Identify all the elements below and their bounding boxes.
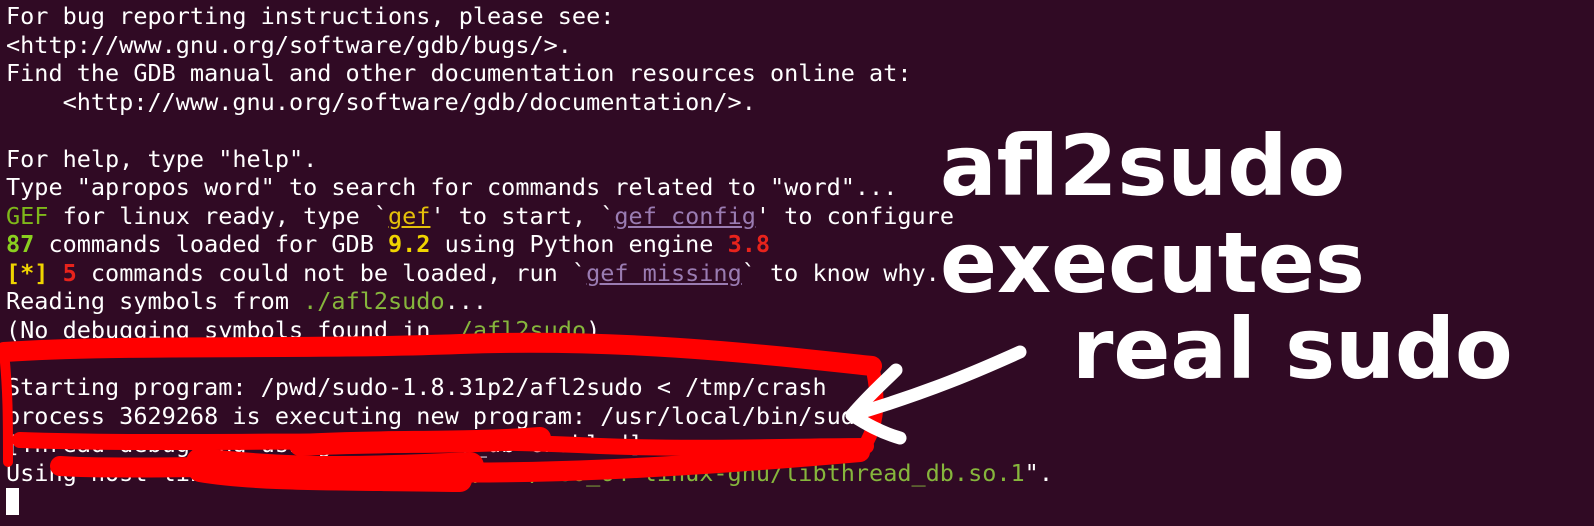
loaded-count: 87 — [6, 230, 35, 258]
annotation-line-3: real sudo — [1072, 300, 1513, 398]
gdb-docs-url-line: <http://www.gnu.org/software/gdb/documen… — [6, 88, 756, 116]
missing-text-a: commands could not be loaded, run ` — [76, 259, 587, 287]
gef-missing-line: [*] 5 commands could not be loaded, run … — [6, 259, 940, 287]
reading-text-a: Reading symbols from — [6, 287, 304, 315]
gef-loaded-line: 87 commands loaded for GDB 9.2 using Pyt… — [6, 230, 770, 258]
no-debug-symbols-line: (No debugging symbols found in ./afl2sud… — [6, 316, 600, 344]
gef-config-command: gef config — [614, 202, 756, 230]
gef-missing-command: gef missing — [586, 259, 742, 287]
gef-ready-text-b: ' to start, ` — [430, 202, 615, 230]
using-host-text-b: ". — [1024, 459, 1053, 487]
gdb-help-line: For help, type "help". — [6, 145, 318, 173]
terminal-window[interactable]: For bug reporting instructions, please s… — [0, 0, 1594, 526]
arrow-icon — [845, 345, 1027, 445]
missing-text-b: ` to know why. — [741, 259, 940, 287]
thread-debugging-line: [Thread debugging using libthread_db ena… — [6, 430, 643, 458]
gef-ready-text-c: ' to configure — [755, 202, 954, 230]
using-host-line: Using host libthread_db library "/lib/x8… — [6, 459, 1053, 487]
gef-label: GEF — [6, 202, 49, 230]
gdb-bug-report-line: For bug reporting instructions, please s… — [6, 2, 615, 30]
terminal-cursor — [6, 488, 19, 515]
missing-marker: [*] — [6, 259, 49, 287]
gef-command: gef — [388, 202, 431, 230]
reading-symbols-line: Reading symbols from ./afl2sudo... — [6, 287, 487, 315]
gef-ready-text-a: for linux ready, type ` — [48, 202, 389, 230]
reading-text-b: ... — [444, 287, 488, 315]
missing-count: 5 — [48, 259, 77, 287]
python-version: 3.8 — [727, 230, 771, 258]
process-executing-line: process 3629268 is executing new program… — [6, 402, 870, 430]
annotation-line-1: afl2sudo — [940, 117, 1345, 215]
nodebug-text-a: (No debugging symbols found in — [6, 316, 445, 344]
loaded-text-a: commands loaded for GDB — [34, 230, 389, 258]
reading-path: ./afl2sudo — [303, 287, 445, 315]
gdb-bugs-url-line: <http://www.gnu.org/software/gdb/bugs/>. — [6, 31, 572, 59]
nodebug-path: ./afl2sudo — [444, 316, 587, 344]
gdb-version: 9.2 — [388, 230, 431, 258]
gdb-apropos-line: Type "apropos word" to search for comman… — [6, 173, 898, 201]
using-host-text-a: Using host libthread_db library " — [6, 459, 473, 487]
annotation-line-2: executes — [940, 214, 1365, 312]
gef-ready-line: GEF for linux ready, type `gef' to start… — [6, 202, 954, 230]
nodebug-text-b: ) — [586, 316, 601, 344]
using-host-path: /lib/x86_64-linux-gnu/libthread_db.so.1 — [472, 459, 1025, 487]
starting-program-line: Starting program: /pwd/sudo-1.8.31p2/afl… — [6, 373, 827, 401]
gdb-manual-line: Find the GDB manual and other documentat… — [6, 59, 912, 87]
loaded-text-b: using Python engine — [430, 230, 728, 258]
